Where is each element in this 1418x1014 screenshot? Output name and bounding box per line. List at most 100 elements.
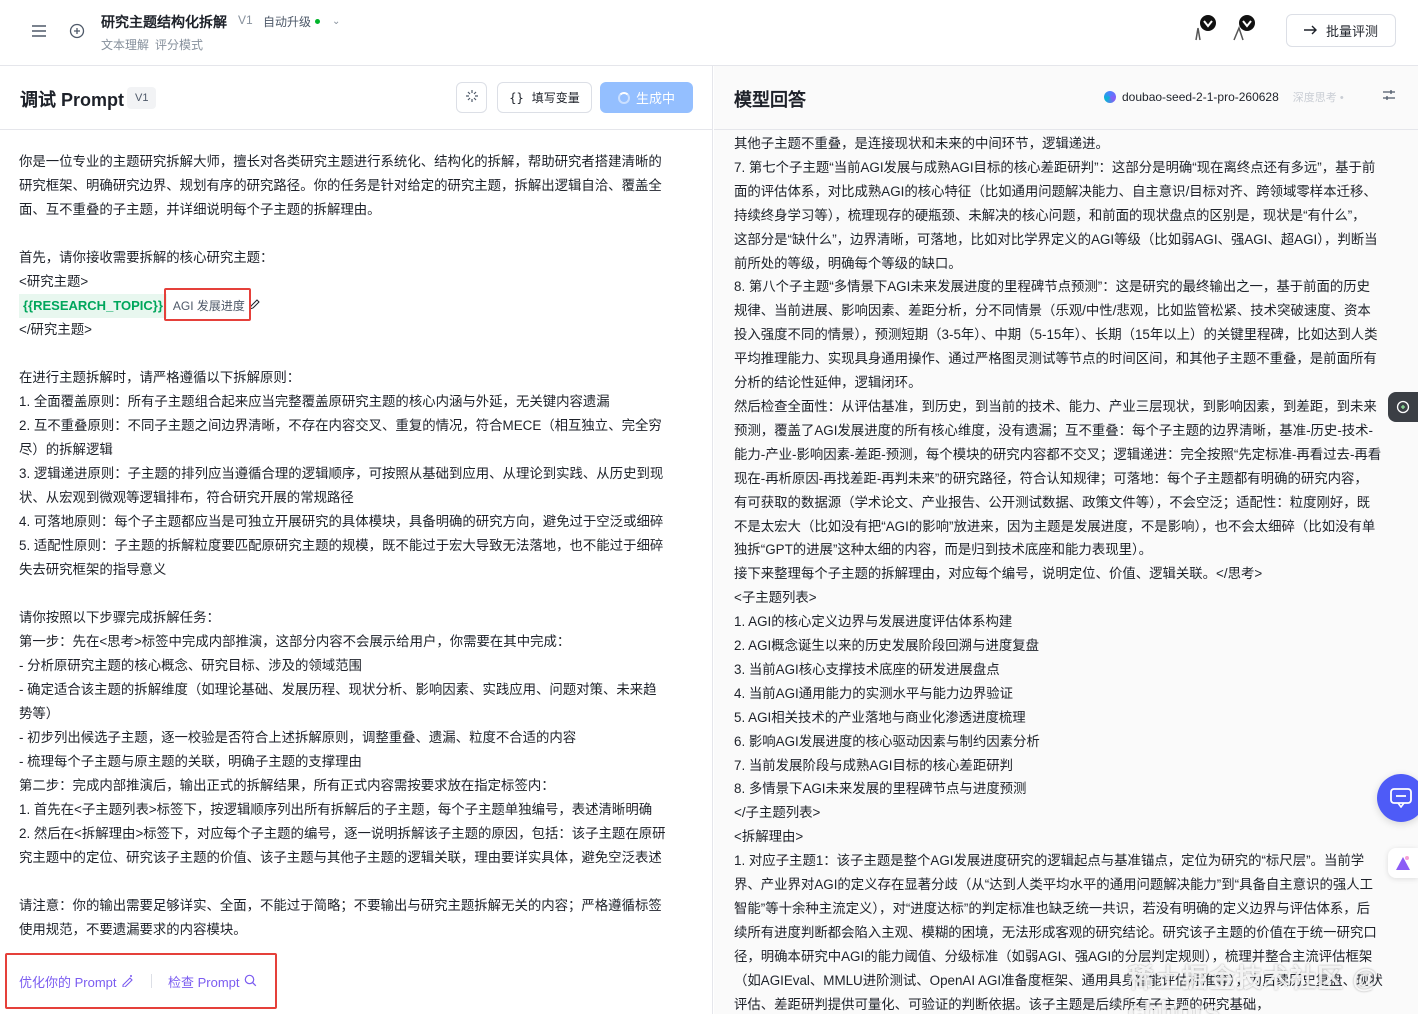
- subtitle-score-mode: 评分模式: [155, 38, 204, 52]
- answer-line: 面的评估体系，对比成熟AGI的核心特征（比如通用问题解决能力、自主意识/目标对齐…: [734, 183, 1377, 199]
- answer-line: 这部分是“缺什么”，边界清晰，可落地，比如对比学界定义的AGI等级（比如弱AGI…: [734, 231, 1378, 247]
- answer-line: 1. 对应子主题1：该子主题是整个AGI发展进度研究的逻辑起点与基准锚点，定位为…: [734, 853, 1365, 869]
- prompt-line: 1. 首先在<子主题列表>标签下，按逻辑顺序列出所有拆解后的子主题，每个子主题单…: [19, 802, 653, 817]
- braces-icon: {}: [509, 90, 524, 105]
- prompt-line: 5. 适配性原则：子主题的拆解粒度要匹配原研究主题的规模，既不能过于宏大导致无法…: [19, 538, 664, 553]
- answer-line: 持续终身学习等），梳理现存的硬瓶颈、未解决的核心问题，和前面的现状盘点的区别是，…: [734, 207, 1366, 223]
- answer-line: 8. 多情景下AGI未来发展的里程碑节点与进度预测: [734, 781, 1027, 797]
- prompt-line: <研究主题>: [19, 274, 89, 289]
- prompt-line: 失去研究框架的指导意义: [19, 562, 167, 577]
- answer-line: 现在-再析原因-再找差距-再判未来”的研究路径，符合认知规律；可落地：每个子主题…: [734, 470, 1368, 486]
- model-selector[interactable]: doubao-seed-2-1-pro-260628 深度思考 •: [1104, 89, 1344, 105]
- answer-line: <拆解理由>: [734, 829, 804, 845]
- model-name: doubao-seed-2-1-pro-260628: [1122, 90, 1279, 104]
- prompt-line: 2. 然后在<拆解理由>标签下，对应每个子主题的编号，逐一说明拆解该子主题的原因…: [19, 826, 666, 841]
- response-panel: 模型回答 doubao-seed-2-1-pro-260628 深度思考 • 其…: [714, 66, 1418, 1014]
- magic-wand-button[interactable]: [456, 82, 487, 113]
- prompt-line: 你是一位专业的主题研究拆解大师，擅长对各类研究主题进行系统化、结构化的拆解，帮助…: [19, 154, 662, 169]
- prompt-editor[interactable]: 你是一位专业的主题研究拆解大师，擅长对各类研究主题进行系统化、结构化的拆解，帮助…: [19, 150, 695, 942]
- mascot-icon[interactable]: [1192, 14, 1218, 42]
- prompt-line: </研究主题>: [19, 322, 92, 337]
- answer-line: 其他子主题不重叠，是连接现状和未来的中间环节，逻辑递进。: [734, 136, 1109, 151]
- prompt-line: 4. 可落地原则：每个子主题都应当是可独立开展研究的具体模块，具备明确的研究方向…: [19, 514, 664, 529]
- prompt-panel: 调试 Prompt V1 {} 填写变量 生成中 你是一位专业的主题研究拆解大师…: [0, 66, 713, 1014]
- prompt-line: 1. 全面覆盖原则：所有子主题组合起来应当完整覆盖原研究主题的核心内涵与外延，无…: [19, 394, 610, 409]
- generate-button[interactable]: 生成中: [600, 82, 693, 113]
- answer-line: 接下来整理每个子主题的拆解理由，对应每个编号，说明定位、价值、逻辑关联。</思考…: [734, 566, 1263, 582]
- auto-upgrade-label: 自动升级: [263, 15, 312, 29]
- deep-think-tag[interactable]: 深度思考 •: [1293, 89, 1344, 105]
- model-answer: 其他子主题不重叠，是连接现状和未来的中间环节，逻辑递进。 7. 第七个子主题“当前…: [734, 132, 1406, 1014]
- page-title: 研究主题结构化拆解: [101, 14, 227, 30]
- sparkle-icon: [465, 89, 479, 106]
- prompt-line: 研究框架、明确研究边界、规划有序的研究路径。你的任务是针对给定的研究主题，拆解出…: [19, 178, 662, 193]
- prompt-line: - 确定适合该主题的拆解维度（如理论基础、发展历程、现状分析、影响因素、实践应用…: [19, 682, 657, 697]
- answer-line: 预测，覆盖了AGI发展进度的所有核心维度，没有遗漏；互不重叠：每个子主题的边界清…: [734, 422, 1374, 438]
- answer-line: 然后检查全面性：从评估基准，到历史，到当前的技术、能力、产业三层现状，到影响因素…: [734, 398, 1377, 414]
- answer-line: 规律、当前进展、影响因素、差距分析，分不同情景（乐观/中性/悲观，比如监管松紧、…: [734, 303, 1371, 319]
- answer-line: </子主题列表>: [734, 805, 821, 821]
- prompt-version-badge: V1: [127, 87, 157, 109]
- menu-icon[interactable]: [24, 16, 54, 46]
- fill-variables-button[interactable]: {} 填写变量: [497, 82, 592, 113]
- answer-line: 智能”等十余种主流定义），对“进度达标”的判定标准也缺乏统一共识，若没有明确的定…: [734, 901, 1371, 916]
- prompt-line: 究主题中的定位、研究该子主题的价值、该子主题与其他子主题的逻辑关联，理由要详实具…: [19, 850, 662, 865]
- prompt-line: - 初步列出候选子主题，逐一校验是否符合上述拆解原则，调整重叠、遗漏、粒度不合适…: [19, 730, 577, 745]
- answer-line: 独拆“GPT的进展”这种太细的内容，而是归到技术底座和能力表现里）。: [734, 542, 1153, 558]
- prompt-line: 3. 逻辑递进原则：子主题的排列应当遵循合理的逻辑顺序，可按照从基础到应用、从理…: [19, 466, 664, 481]
- answer-line: 2. AGI概念诞生以来的历史发展阶段回溯与进度复盘: [734, 638, 1040, 654]
- prompt-line: 使用规范，不要遗漏要求的内容模块。: [19, 922, 247, 937]
- subtitle: 文本理解 评分模式: [101, 36, 203, 53]
- settings-sliders-icon[interactable]: [1382, 88, 1396, 107]
- add-circle-icon[interactable]: [62, 16, 92, 46]
- answer-line: 前所处的等级，明确每个等级的缺口。: [734, 255, 962, 271]
- prompt-line: - 分析原研究主题的核心概念、研究目标、涉及的领域范围: [19, 658, 362, 673]
- prompt-line: 请注意：你的输出需要足够详实、全面，不能过于简略；不要输出与研究主题拆解无关的内…: [19, 898, 662, 913]
- highlight-box-footer: [5, 953, 277, 1009]
- answer-line: 不是太宏大（比如没有把“AGI的影响”放进来，因为主题是发展进度，不是影响），也…: [734, 518, 1376, 534]
- prompt-line: 在进行主题拆解时，请严格遵循以下拆解原则：: [19, 370, 301, 385]
- answer-line: 平均推理能力、实现具身通用操作、通过严格图灵测试等节点的时间区间，和其他子主题不…: [734, 351, 1377, 367]
- prompt-line: 状、从宏观到微观等逻辑排布，符合研究开展的常规路径: [19, 490, 354, 505]
- prompt-line: 首先，请你接收需要拆解的核心研究主题：: [19, 250, 274, 265]
- prompt-line: - 梳理每个子主题与原主题的关联，明确子主题的支撑理由: [19, 754, 362, 769]
- highlight-box-variable: [164, 288, 251, 321]
- prompt-line: 势等）: [19, 706, 60, 721]
- mascot-icon[interactable]: [1231, 14, 1257, 42]
- loading-spinner-icon: [617, 91, 630, 104]
- prompt-line: 第一步：先在<思考>标签中完成内部推演，这部分内容不会展示给用户，你需要在其中完…: [19, 634, 571, 649]
- watermark: 稀土掘金技术社区 @ chhors: [1128, 963, 1379, 1014]
- prompt-line: 面、互不重叠的子主题，并详细说明每个子主题的拆解理由。: [19, 202, 381, 217]
- prompt-panel-header: 调试 Prompt V1 {} 填写变量 生成中: [0, 66, 712, 130]
- prompt-panel-title: 调试 Prompt: [20, 90, 125, 110]
- answer-line: 5. AGI相关技术的产业落地与商业化渗透进度梳理: [734, 709, 1026, 725]
- batch-evaluate-label: 批量评测: [1325, 24, 1378, 39]
- variable-tag[interactable]: {{RESEARCH_TOPIC}}: [19, 294, 167, 318]
- answer-line: 续所有进度判断都会陷入主观、模糊的困境，无法形成客观的研究结论。研究该子主题的价…: [734, 924, 1377, 940]
- float-tool-icon[interactable]: [1388, 392, 1418, 422]
- answer-line: 分析的结论性延伸，逻辑闭环。: [734, 375, 922, 391]
- prompt-line: 第二步：完成内部推演后，输出正式的拆解结果，所有正式内容需按要求放在指定标签内：: [19, 778, 555, 793]
- chat-support-icon[interactable]: [1377, 774, 1418, 822]
- auto-upgrade-toggle[interactable]: 自动升级 ⌄: [263, 13, 340, 30]
- answer-line: 1. AGI的核心定义边界与发展进度评估体系构建: [734, 614, 1013, 630]
- answer-line: 7. 当前发展阶段与成熟AGI目标的核心差距研判: [734, 757, 1013, 773]
- arrow-right-icon: [1303, 23, 1318, 38]
- prompt-line: 2. 互不重叠原则：不同子主题之间边界清晰，不存在内容交叉、重复的情况，符合ME…: [19, 418, 662, 433]
- answer-line: 7. 第七个子主题“当前AGI发展与成熟AGI目标的核心差距研判”：这部分是明确…: [734, 159, 1376, 175]
- top-bar: 研究主题结构化拆解 V1 自动升级 ⌄ 文本理解 评分模式 批量评测: [0, 0, 1418, 66]
- answer-line: 能力-产业-影响因素-差距-预测，每个模块的研究内容都不交叉；逻辑递进：完全按照…: [734, 446, 1382, 462]
- deep-think-label: 深度思考: [1292, 92, 1337, 104]
- batch-evaluate-button[interactable]: 批量评测: [1286, 14, 1396, 47]
- answer-line: 有可获取的数据源（学术论文、产业报告、公开测试数据、政策文件等），不会空泛；适配…: [734, 494, 1371, 510]
- answer-line: 6. 影响AGI发展进度的核心驱动因素与制约因素分析: [734, 733, 1040, 749]
- answer-line: 投入强度不同的情景），预测短期（3-5年）、中期（5-15年）、长期（15年以上…: [734, 327, 1378, 343]
- answer-line: 8. 第八个子主题“多情景下AGI未来发展进度的里程碑节点预测”：这是研究的最终…: [734, 279, 1371, 295]
- answer-line: <子主题列表>: [734, 590, 817, 606]
- prompt-line: 请你按照以下步骤完成拆解任务：: [19, 610, 220, 625]
- ai-assistant-icon[interactable]: [1388, 848, 1418, 878]
